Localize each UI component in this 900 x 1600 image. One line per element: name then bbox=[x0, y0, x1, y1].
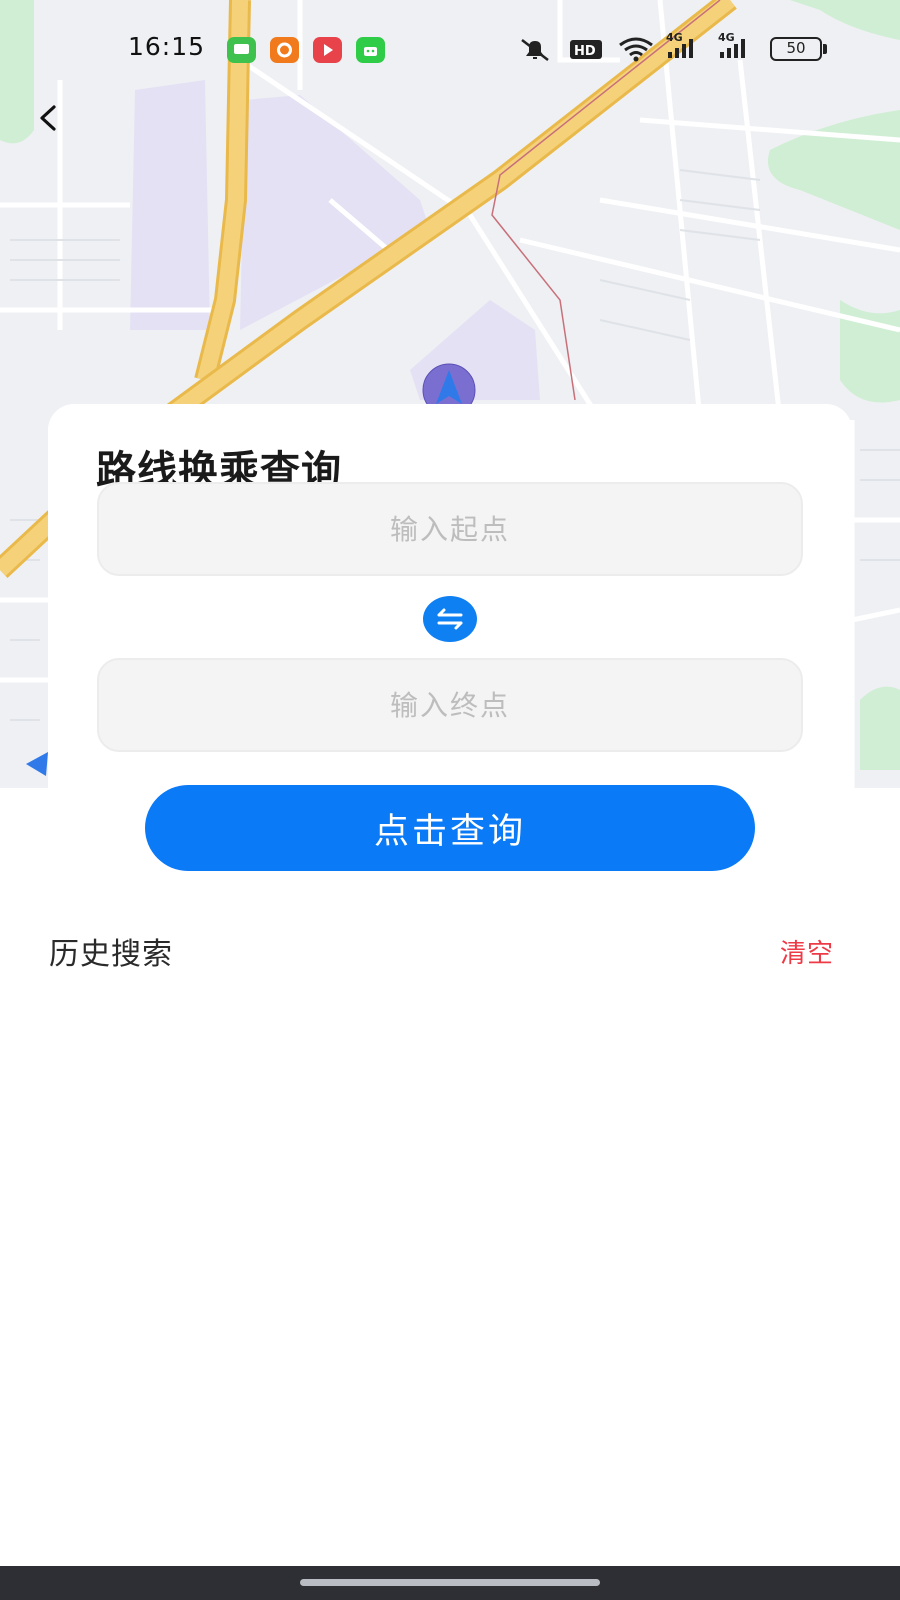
android-app-icon bbox=[356, 37, 385, 63]
battery-tip bbox=[823, 44, 827, 54]
photo-app-icon bbox=[270, 37, 299, 63]
route-query-card: 路线换乘查询 bbox=[48, 404, 852, 788]
back-button[interactable] bbox=[26, 96, 70, 140]
chevron-left-icon bbox=[40, 105, 56, 131]
svg-text:HD: HD bbox=[574, 44, 596, 59]
status-time: 16:15 bbox=[128, 32, 206, 61]
signal-4g-icon: 4G bbox=[664, 28, 706, 66]
swap-arrows-icon bbox=[437, 608, 463, 630]
signal-4g-icon: 4G bbox=[716, 28, 758, 66]
messages-icon bbox=[227, 37, 256, 63]
hd-voice-icon: HD bbox=[569, 36, 603, 66]
route-transfer-screen: 16:15 HD 4G 4G 50 路线换乘查询 输入起点 输入终点 点击查询 … bbox=[0, 0, 900, 1600]
wifi-icon bbox=[618, 36, 654, 66]
swap-button[interactable] bbox=[423, 596, 477, 642]
status-bar: 16:15 HD 4G 4G 50 bbox=[0, 26, 900, 70]
svg-text:4G: 4G bbox=[666, 31, 683, 44]
system-navigation-bar bbox=[0, 1566, 900, 1600]
mute-icon bbox=[516, 36, 554, 66]
video-player-icon bbox=[313, 37, 342, 63]
home-indicator[interactable] bbox=[300, 1579, 600, 1586]
battery-indicator: 50 bbox=[770, 37, 822, 61]
svg-text:4G: 4G bbox=[718, 31, 735, 44]
history-title: 历史搜索 bbox=[49, 937, 173, 972]
clear-history-button[interactable]: 清空 bbox=[780, 933, 834, 970]
start-point-input[interactable] bbox=[97, 482, 803, 576]
end-point-input[interactable] bbox=[97, 658, 803, 752]
query-button[interactable]: 点击查询 bbox=[145, 785, 755, 871]
